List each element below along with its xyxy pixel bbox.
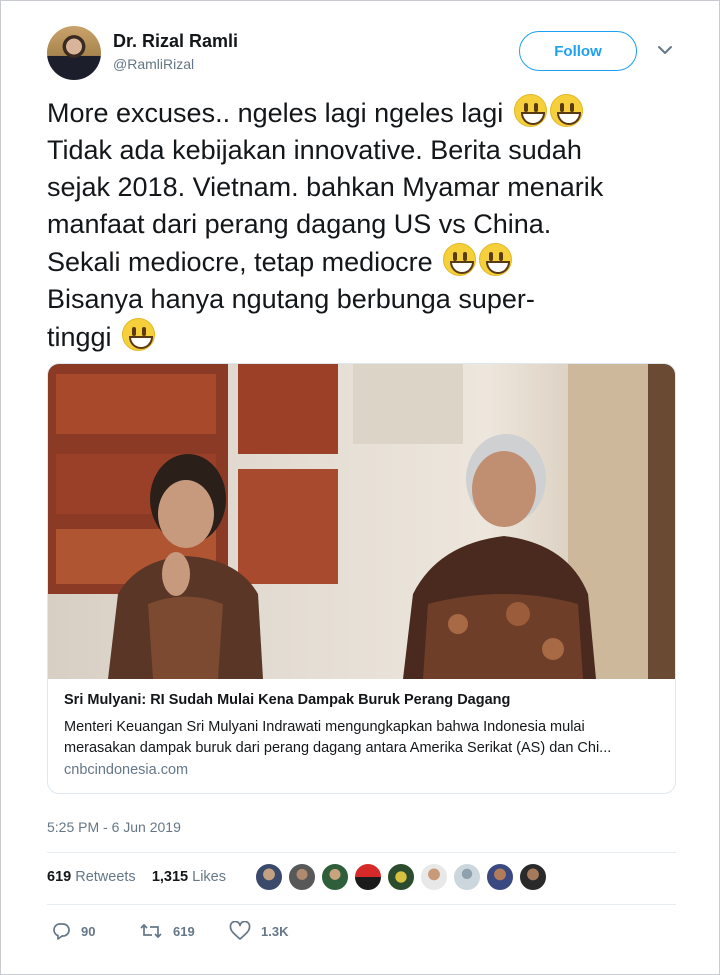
like-count: 1.3K — [261, 923, 289, 939]
chevron-down-icon[interactable] — [656, 43, 674, 57]
grinning-face-emoji — [479, 243, 513, 276]
link-card[interactable]: Sri Mulyani: RI Sudah Mulai Kena Dampak … — [47, 363, 676, 794]
retweet-count: 619 — [173, 923, 195, 939]
tweet-line: sejak 2018. Vietnam. bahkan Myamar menar… — [47, 172, 604, 202]
card-photo-illustration — [48, 364, 675, 679]
grinning-face-emoji — [549, 94, 583, 127]
divider — [47, 852, 676, 853]
reply-count: 90 — [81, 923, 96, 939]
grinning-face-emoji — [513, 94, 547, 127]
engagement-stats: 619 Retweets 1,315 Likes — [47, 869, 226, 885]
tweet-line: Tidak ada kebijakan innovative. Berita s… — [47, 135, 582, 165]
liker-avatar[interactable] — [354, 863, 382, 891]
card-description: Menteri Keuangan Sri Mulyani Indrawati m… — [64, 719, 612, 756]
tweet-line: Bisanya hanya ngutang berbunga super- — [47, 284, 535, 314]
tweet-line: tinggi — [47, 318, 687, 356]
author-avatar[interactable] — [47, 26, 101, 80]
tweet-line: Sekali mediocre, tetap mediocre — [47, 243, 687, 281]
liker-avatar[interactable] — [387, 863, 415, 891]
card-photo[interactable] — [48, 364, 675, 679]
liker-avatar[interactable] — [453, 863, 481, 891]
card-domain: cnbcindonesia.com — [64, 762, 189, 778]
tweet-container: Dr. Rizal Ramli @RamliRizal Follow More … — [0, 0, 720, 975]
grinning-face-emoji — [122, 318, 156, 351]
liker-avatar[interactable] — [519, 863, 547, 891]
tweet-line: manfaat dari perang dagang US vs China. — [47, 209, 552, 239]
tweet-timestamp[interactable]: 5:25 PM - 6 Jun 2019 — [47, 819, 181, 835]
like-action[interactable]: 1.3K — [229, 921, 288, 941]
liker-avatar[interactable] — [420, 863, 448, 891]
likes-stat[interactable]: 1,315 Likes — [152, 869, 226, 885]
card-title[interactable]: Sri Mulyani: RI Sudah Mulai Kena Dampak … — [64, 692, 510, 708]
tweet-text: More excuses.. ngeles lagi ngeles lagi T… — [47, 94, 687, 356]
tweet-line: More excuses.. ngeles lagi ngeles lagi — [47, 94, 687, 132]
retweet-icon[interactable] — [139, 921, 163, 941]
divider — [47, 904, 676, 905]
retweets-stat[interactable]: 619 Retweets — [47, 869, 136, 885]
author-handle[interactable]: @RamliRizal — [113, 56, 194, 72]
liker-avatar[interactable] — [321, 863, 349, 891]
author-name[interactable]: Dr. Rizal Ramli — [113, 31, 238, 52]
reply-icon[interactable] — [51, 921, 71, 941]
liker-avatar[interactable] — [255, 863, 283, 891]
grinning-face-emoji — [443, 243, 477, 276]
reply-action[interactable]: 90 — [51, 921, 95, 941]
heart-icon[interactable] — [229, 921, 251, 941]
liker-avatar[interactable] — [288, 863, 316, 891]
retweet-action[interactable]: 619 — [139, 921, 195, 941]
follow-button[interactable]: Follow — [519, 31, 637, 71]
liker-avatar[interactable] — [486, 863, 514, 891]
